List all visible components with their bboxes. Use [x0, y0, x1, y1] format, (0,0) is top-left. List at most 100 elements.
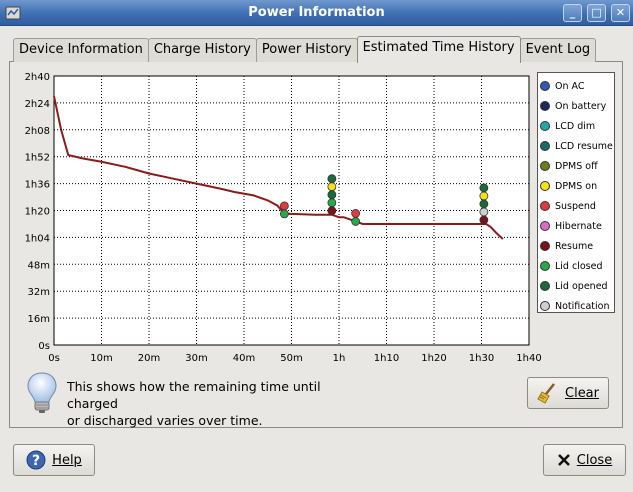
svg-text:?: ?: [32, 453, 40, 469]
time-history-chart: 0s 10m 20m 30m 40m 50m 1h 1h10 1h20 1h30 1h40 0s 16m…: [25, 72, 542, 364]
tab-label: Power History: [261, 42, 352, 57]
event-marker: [479, 191, 489, 201]
event-marker: [327, 198, 337, 208]
clear-label: Clear: [565, 385, 599, 401]
lightbulb-icon: [27, 372, 57, 413]
legend-swatch: [540, 141, 550, 151]
legend-label: LCD dim: [555, 120, 596, 132]
info-text: This shows how the remaining time until …: [67, 378, 367, 429]
x-tick-label: 50m: [280, 353, 302, 364]
legend-swatch: [540, 301, 550, 311]
event-marker: [279, 201, 289, 211]
event-marker: [327, 182, 337, 192]
legend-swatch: [540, 281, 550, 291]
clear-button[interactable]: Clear: [527, 377, 609, 409]
legend-item: DPMS off: [540, 156, 614, 176]
legend-swatch: [540, 81, 550, 91]
close-button[interactable]: Close: [543, 444, 626, 476]
legend-label: Notification: [555, 300, 610, 312]
legend-swatch: [540, 261, 550, 271]
event-marker: [279, 209, 289, 219]
x-tick-label: 40m: [233, 353, 255, 364]
legend-item: LCD resume: [540, 136, 614, 156]
title-bar: Power Information _ □ ✕: [0, 0, 633, 26]
legend-label: Lid closed: [555, 260, 603, 272]
legend-item: On battery: [540, 96, 614, 116]
legend-item: Lid opened: [540, 276, 614, 296]
y-tick-label: 2h08: [25, 126, 50, 137]
y-tick-label: 1h36: [25, 180, 50, 191]
legend-label: Hibernate: [555, 220, 602, 232]
y-tick-label: 0s: [38, 341, 50, 352]
info-line-1: This shows how the remaining time until …: [67, 379, 321, 411]
event-marker: [327, 206, 337, 216]
x-tick-label: 1h40: [516, 353, 541, 364]
x-tick-label: 1h20: [421, 353, 446, 364]
legend-swatch: [540, 121, 550, 131]
y-tick-label: 16m: [28, 314, 50, 325]
legend-item: On AC: [540, 76, 614, 96]
chart-legend: On AC On battery LCD dim LCD resume DPMS off…: [537, 72, 615, 313]
y-tick-label: 1h52: [25, 153, 50, 164]
legend-swatch: [540, 201, 550, 211]
help-icon: ?: [26, 450, 46, 470]
tab-estimated-time-history[interactable]: Estimated Time History: [356, 36, 521, 63]
info-line-2: or discharged varies over time.: [67, 413, 263, 428]
legend-item: DPMS on: [540, 176, 614, 196]
x-tick-label: 20m: [138, 353, 160, 364]
legend-item: Notification: [540, 296, 614, 316]
legend-label: Suspend: [555, 200, 596, 212]
legend-label: LCD resume: [555, 140, 613, 152]
legend-swatch: [540, 161, 550, 171]
tab-label: Event Log: [525, 42, 591, 57]
tab-label: Estimated Time History: [362, 40, 515, 55]
y-tick-label: 2h24: [25, 99, 50, 110]
legend-label: DPMS off: [555, 160, 598, 172]
tab-label: Charge History: [153, 42, 251, 57]
x-tick-label: 1h30: [469, 353, 494, 364]
x-tick-label: 1h10: [374, 353, 399, 364]
event-marker: [327, 190, 337, 200]
window-close-button[interactable]: ✕: [611, 4, 630, 22]
window-title: Power Information: [248, 5, 385, 20]
close-icon: [557, 453, 571, 467]
broom-icon: [537, 382, 559, 404]
x-tick-label: 1h: [333, 353, 346, 364]
legend-label: On battery: [555, 100, 607, 112]
legend-item: Resume: [540, 236, 614, 256]
legend-swatch: [540, 241, 550, 251]
tab-device-information[interactable]: Device Information: [13, 38, 149, 62]
maximize-button[interactable]: □: [587, 4, 606, 22]
legend-label: Resume: [555, 240, 594, 252]
legend-item: Lid closed: [540, 256, 614, 276]
close-label: Close: [576, 452, 613, 468]
event-marker: [327, 174, 337, 184]
y-tick-label: 1h04: [25, 233, 50, 244]
y-tick-label: 2h40: [25, 72, 50, 83]
event-marker: [351, 209, 361, 218]
legend-item: LCD dim: [540, 116, 614, 136]
legend-swatch: [540, 101, 550, 111]
x-tick-label: 0s: [48, 353, 60, 364]
y-tick-label: 32m: [28, 287, 50, 298]
help-button[interactable]: ? Help: [13, 444, 95, 476]
tab-label: Device Information: [19, 42, 143, 57]
legend-item: Hibernate: [540, 216, 614, 236]
event-marker: [479, 199, 489, 209]
legend-label: DPMS on: [555, 180, 598, 192]
legend-item: Suspend: [540, 196, 614, 216]
help-label: Help: [52, 452, 82, 468]
x-tick-label: 10m: [90, 353, 112, 364]
event-marker: [351, 217, 361, 226]
tab-charge-history[interactable]: Charge History: [147, 38, 257, 62]
event-marker: [479, 207, 489, 217]
tab-event-log[interactable]: Event Log: [519, 38, 597, 62]
x-tick-label: 30m: [185, 353, 207, 364]
minimize-button[interactable]: _: [563, 4, 582, 22]
event-marker: [479, 183, 489, 193]
legend-label: On AC: [555, 80, 585, 92]
y-tick-label: 48m: [28, 260, 50, 271]
event-marker: [479, 215, 489, 225]
tab-power-history[interactable]: Power History: [255, 38, 358, 62]
legend-label: Lid opened: [555, 280, 608, 292]
